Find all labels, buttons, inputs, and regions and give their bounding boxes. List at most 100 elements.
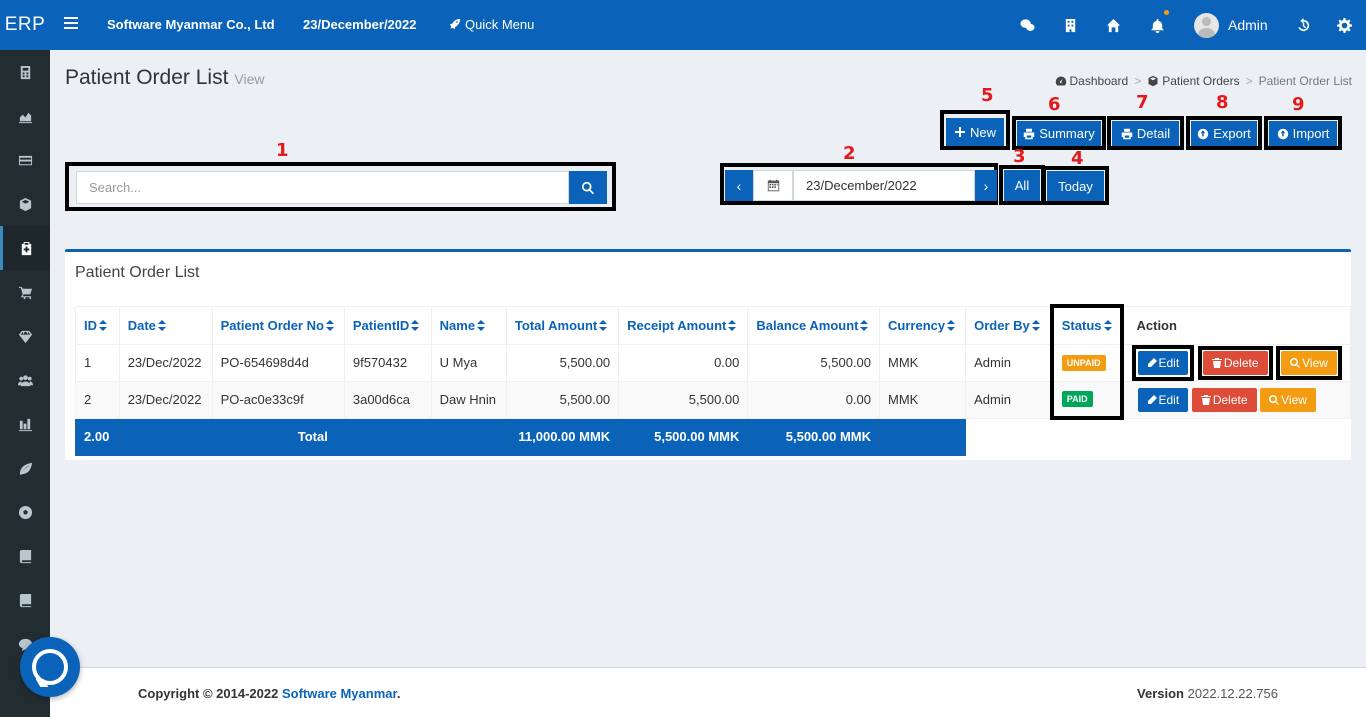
- panel-title: Patient Order List: [75, 264, 200, 281]
- bell-icon[interactable]: [1147, 10, 1169, 35]
- breadcrumb-patient-orders[interactable]: Patient Orders: [1147, 74, 1240, 88]
- import-button[interactable]: Import: [1269, 121, 1337, 146]
- cell-receipt: 0.00: [618, 343, 749, 382]
- history-icon[interactable]: [1293, 15, 1313, 35]
- annotation-number: 3: [1013, 146, 1026, 167]
- cell-order-no: PO-ac0e33c9f: [211, 380, 345, 419]
- column-header-name[interactable]: Name: [430, 305, 507, 345]
- cell-status: PAID: [1049, 380, 1124, 419]
- detail-button[interactable]: Detail: [1112, 121, 1179, 146]
- users-icon[interactable]: [0, 358, 50, 402]
- cell-actions: Edit Delete View: [1121, 343, 1351, 382]
- previous-date-button[interactable]: ‹: [725, 170, 753, 201]
- cell-patient-id: 9f570432: [343, 343, 432, 382]
- cell-status: UNPAID: [1049, 343, 1124, 382]
- cube-icon[interactable]: [0, 182, 50, 226]
- date-input[interactable]: 23/December/2022: [793, 170, 975, 201]
- calculator-icon[interactable]: [0, 50, 50, 94]
- cell-order-no: PO-654698d4d: [211, 343, 345, 382]
- column-header-order-no[interactable]: Patient Order No: [211, 305, 345, 345]
- export-button[interactable]: Export: [1191, 121, 1257, 146]
- chat-icon: [32, 649, 68, 685]
- column-header-currency[interactable]: Currency: [879, 305, 967, 345]
- company-link[interactable]: Software Myanmar: [282, 686, 397, 701]
- annotation-number: 4: [1071, 148, 1084, 169]
- column-header-patient-id[interactable]: PatientID: [343, 305, 432, 345]
- cube-icon: [1148, 75, 1158, 87]
- credit-card-icon[interactable]: [0, 138, 50, 182]
- home-icon[interactable]: [1103, 15, 1123, 35]
- cell-date: 23/Dec/2022: [118, 380, 213, 419]
- all-button[interactable]: All: [1004, 170, 1040, 201]
- breadcrumb-current: Patient Order List: [1258, 74, 1352, 88]
- search-input[interactable]: Search...: [76, 171, 569, 204]
- building-icon[interactable]: [1060, 15, 1080, 35]
- column-header-total-amount[interactable]: Total Amount: [505, 305, 620, 345]
- top-navbar: Software Myanmar Co., Ltd 23/December/20…: [50, 0, 1366, 50]
- app-logo[interactable]: ERP: [0, 0, 50, 50]
- book-icon[interactable]: [0, 578, 50, 622]
- notification-dot: [1164, 10, 1169, 15]
- user-name[interactable]: Admin: [1228, 17, 1268, 33]
- view-button[interactable]: View: [1260, 387, 1316, 412]
- next-date-button[interactable]: ›: [975, 170, 997, 201]
- column-header-receipt-amount[interactable]: Receipt Amount: [618, 305, 749, 345]
- trash-icon: [1200, 394, 1211, 405]
- cell-balance: 0.00: [747, 380, 881, 419]
- company-name: Software Myanmar Co., Ltd: [107, 17, 275, 32]
- bar-chart-icon[interactable]: [0, 402, 50, 446]
- cell-receipt: 5,500.00: [618, 380, 749, 419]
- status-badge: UNPAID: [1061, 355, 1106, 371]
- new-button[interactable]: New: [946, 118, 1004, 146]
- diamond-icon[interactable]: [0, 314, 50, 358]
- wechat-icon[interactable]: [1017, 15, 1037, 35]
- page-subtitle: View: [234, 71, 265, 87]
- summary-button[interactable]: Summary: [1017, 121, 1101, 146]
- football-icon[interactable]: [0, 490, 50, 534]
- patient-order-table: ID Date Patient Order No PatientID Name …: [75, 304, 1351, 456]
- sidebar: ERP: [0, 0, 50, 717]
- quick-menu-link[interactable]: Quick Menu: [448, 17, 534, 32]
- calendar-icon[interactable]: [753, 170, 793, 201]
- sort-icon: [157, 319, 166, 331]
- area-chart-icon[interactable]: [0, 94, 50, 138]
- sort-icon: [411, 319, 420, 331]
- today-button[interactable]: Today: [1047, 171, 1104, 201]
- search-button[interactable]: [569, 171, 607, 204]
- edit-button[interactable]: Edit: [1137, 350, 1189, 375]
- cell-date: 23/Dec/2022: [118, 343, 213, 382]
- cell-order-by: Admin: [965, 343, 1053, 382]
- delete-button[interactable]: Delete: [1202, 350, 1268, 375]
- column-header-status[interactable]: Status: [1049, 304, 1124, 344]
- book-icon[interactable]: [0, 534, 50, 578]
- sort-icon: [477, 319, 486, 331]
- column-header-date[interactable]: Date: [118, 305, 213, 345]
- pencil-icon: [1147, 357, 1157, 367]
- breadcrumb-dashboard[interactable]: Dashboard: [1055, 74, 1128, 88]
- search-icon: [1269, 394, 1280, 405]
- annotation-number: 5: [981, 85, 994, 106]
- column-header-id[interactable]: ID: [75, 305, 120, 345]
- view-button[interactable]: View: [1281, 350, 1337, 375]
- hamburger-menu-icon[interactable]: [64, 17, 78, 33]
- annotation-number: 1: [276, 140, 289, 161]
- sort-icon: [728, 319, 737, 331]
- cart-icon[interactable]: [0, 270, 50, 314]
- chat-widget-button[interactable]: [20, 637, 80, 697]
- column-header-balance-amount[interactable]: Balance Amount: [747, 305, 881, 345]
- sort-icon: [1103, 320, 1112, 332]
- dashboard-icon: [1055, 76, 1066, 86]
- column-header-order-by[interactable]: Order By: [965, 305, 1053, 345]
- clipboard-icon[interactable]: [0, 226, 50, 270]
- footer: Copyright © 2014-2022 Software Myanmar. …: [50, 667, 1366, 717]
- delete-button[interactable]: Delete: [1191, 387, 1257, 412]
- leaf-icon[interactable]: [0, 446, 50, 490]
- patient-order-panel: Patient Order List ID Date Patient Order…: [65, 249, 1351, 460]
- gear-icon[interactable]: [1334, 15, 1354, 35]
- annotation-number: 9: [1292, 94, 1305, 115]
- column-header-action: Action: [1121, 305, 1351, 345]
- version-text: Version 2022.12.22.756: [1137, 686, 1278, 701]
- edit-button[interactable]: Edit: [1137, 387, 1189, 412]
- avatar[interactable]: [1194, 13, 1219, 38]
- header-date: 23/December/2022: [303, 17, 417, 32]
